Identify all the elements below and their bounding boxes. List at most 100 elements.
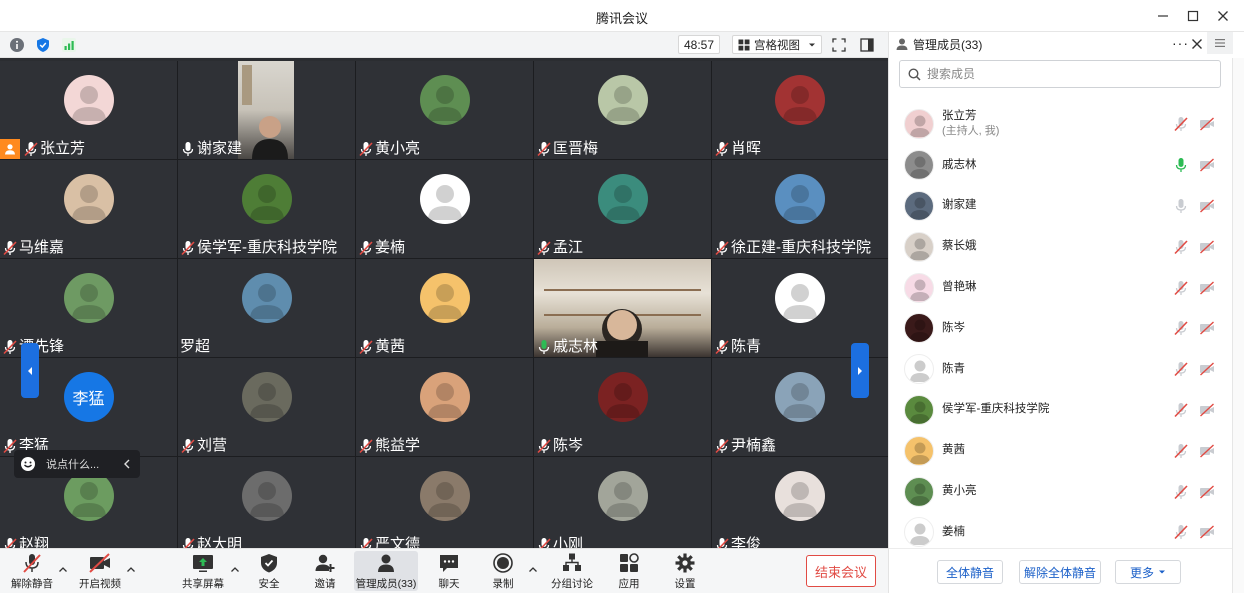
audio-options-chevron-icon[interactable] bbox=[58, 565, 68, 575]
member-row[interactable]: 戚志林 bbox=[889, 145, 1233, 186]
record-options-chevron-icon[interactable] bbox=[528, 565, 538, 575]
member-row[interactable]: 陈青 bbox=[889, 349, 1233, 390]
member-mic-toggle[interactable] bbox=[1173, 198, 1189, 217]
member-avatar bbox=[904, 517, 934, 548]
video-tile[interactable]: 罗超 bbox=[178, 259, 355, 357]
video-tile[interactable]: 匡晋梅 bbox=[534, 61, 711, 159]
search-icon bbox=[908, 67, 921, 81]
member-mic-toggle[interactable] bbox=[1173, 157, 1189, 176]
video-tile[interactable]: 马维嘉 bbox=[0, 160, 177, 258]
member-mic-toggle[interactable] bbox=[1173, 484, 1189, 503]
member-mic-toggle[interactable] bbox=[1173, 443, 1189, 462]
member-mic-toggle[interactable] bbox=[1173, 239, 1189, 258]
member-camera-toggle[interactable] bbox=[1199, 116, 1215, 135]
prev-page-button[interactable] bbox=[21, 343, 39, 398]
video-tile[interactable]: 赵大明 bbox=[178, 457, 355, 548]
member-name: 谢家建 bbox=[942, 199, 977, 212]
manage-members-button[interactable]: 管理成员(33) bbox=[354, 551, 418, 591]
member-search-input[interactable] bbox=[927, 67, 1220, 81]
unmute-button[interactable]: 解除静音 bbox=[10, 552, 54, 591]
start-video-button[interactable]: 开启视频 bbox=[78, 552, 122, 591]
end-meeting-button[interactable]: 结束会议 bbox=[806, 555, 876, 587]
network-status-button[interactable] bbox=[60, 36, 78, 54]
security-button[interactable]: 安全 bbox=[252, 552, 286, 591]
view-mode-select[interactable]: 宫格视图 bbox=[732, 35, 822, 54]
member-mic-toggle[interactable] bbox=[1173, 116, 1189, 135]
member-camera-toggle[interactable] bbox=[1199, 320, 1215, 339]
close-panel-icon[interactable] bbox=[1191, 38, 1203, 50]
video-tile[interactable]: 谢家建 bbox=[178, 61, 355, 159]
video-tile[interactable]: 严文德 bbox=[356, 457, 533, 548]
video-options-chevron-icon[interactable] bbox=[126, 565, 136, 575]
member-row[interactable]: 张立芳 (主持人, 我) bbox=[889, 104, 1233, 145]
member-search-box[interactable] bbox=[899, 60, 1221, 88]
mic-muted-icon bbox=[1174, 280, 1188, 295]
video-tile[interactable]: 小刚 bbox=[534, 457, 711, 548]
member-camera-toggle[interactable] bbox=[1199, 524, 1215, 543]
video-tile[interactable]: 刘营 bbox=[178, 358, 355, 456]
mic-muted-icon bbox=[1174, 239, 1188, 254]
member-mic-toggle[interactable] bbox=[1173, 402, 1189, 421]
video-tile[interactable]: 熊益学 bbox=[356, 358, 533, 456]
next-page-button[interactable] bbox=[851, 343, 869, 398]
member-row[interactable]: 曾艳琳 bbox=[889, 267, 1233, 308]
member-camera-toggle[interactable] bbox=[1199, 361, 1215, 380]
member-row[interactable]: 黄茜 bbox=[889, 430, 1233, 471]
unmute-all-button[interactable]: 解除全体静音 bbox=[1019, 560, 1101, 584]
fullscreen-button[interactable] bbox=[830, 36, 848, 54]
member-camera-toggle[interactable] bbox=[1199, 157, 1215, 176]
member-row[interactable]: 陈岑 bbox=[889, 308, 1233, 349]
video-tile[interactable]: 姜楠 bbox=[356, 160, 533, 258]
security-status-button[interactable] bbox=[34, 36, 52, 54]
video-tile[interactable]: 陈岑 bbox=[534, 358, 711, 456]
member-camera-toggle[interactable] bbox=[1199, 280, 1215, 299]
apps-button[interactable]: 应用 bbox=[612, 552, 646, 591]
video-tile[interactable]: 徐正建-重庆科技学院 bbox=[712, 160, 888, 258]
member-name-block: 侯学军-重庆科技学院 bbox=[942, 402, 1049, 417]
member-camera-toggle[interactable] bbox=[1199, 198, 1215, 217]
toggle-sidebar-button[interactable] bbox=[858, 36, 876, 54]
minimize-button[interactable] bbox=[1150, 4, 1176, 28]
video-tile[interactable]: 戚志林 bbox=[534, 259, 711, 357]
share-screen-button[interactable]: 共享屏幕 bbox=[180, 552, 226, 591]
video-tile[interactable]: 李俊 bbox=[712, 457, 888, 548]
video-tile[interactable]: 孟江 bbox=[534, 160, 711, 258]
panel-menu-button[interactable] bbox=[1207, 32, 1233, 54]
member-name: 陈岑 bbox=[942, 321, 965, 334]
video-tile[interactable]: 侯学军-重庆科技学院 bbox=[178, 160, 355, 258]
invite-button[interactable]: 邀请 bbox=[308, 552, 342, 591]
breakout-rooms-button[interactable]: 分组讨论 bbox=[548, 552, 596, 591]
close-window-button[interactable] bbox=[1210, 4, 1236, 28]
member-row[interactable]: 谢家建 bbox=[889, 186, 1233, 227]
video-tile[interactable]: 黄茜 bbox=[356, 259, 533, 357]
member-mic-toggle[interactable] bbox=[1173, 320, 1189, 339]
avatar-photo-icon bbox=[783, 383, 817, 418]
member-camera-toggle[interactable] bbox=[1199, 402, 1215, 421]
chevron-right-icon bbox=[858, 366, 862, 375]
mic-muted-icon bbox=[537, 142, 551, 157]
mute-all-button[interactable]: 全体静音 bbox=[937, 560, 1003, 584]
more-actions-button[interactable]: 更多 bbox=[1115, 560, 1181, 584]
member-row[interactable]: 蔡长娥 bbox=[889, 226, 1233, 267]
video-tile[interactable]: 黄小亮 bbox=[356, 61, 533, 159]
quick-chat-input[interactable]: 说点什么... bbox=[14, 450, 140, 478]
member-mic-toggle[interactable] bbox=[1173, 524, 1189, 543]
panel-more-options-button[interactable]: ··· bbox=[1172, 35, 1189, 51]
member-mic-toggle[interactable] bbox=[1173, 361, 1189, 380]
maximize-button[interactable] bbox=[1180, 4, 1206, 28]
member-camera-toggle[interactable] bbox=[1199, 443, 1215, 462]
share-options-chevron-icon[interactable] bbox=[230, 565, 240, 575]
collapse-chat-icon[interactable] bbox=[122, 459, 132, 469]
settings-button[interactable]: 设置 bbox=[668, 552, 702, 591]
member-mic-toggle[interactable] bbox=[1173, 280, 1189, 299]
record-button[interactable]: 录制 bbox=[486, 552, 520, 591]
member-row[interactable]: 黄小亮 bbox=[889, 471, 1233, 512]
member-row[interactable]: 姜楠 bbox=[889, 512, 1233, 548]
member-camera-toggle[interactable] bbox=[1199, 484, 1215, 503]
chat-button[interactable]: 聊天 bbox=[432, 552, 466, 591]
video-tile[interactable]: 肖晖 bbox=[712, 61, 888, 159]
meeting-info-button[interactable] bbox=[8, 36, 26, 54]
video-tile[interactable]: 张立芳 bbox=[0, 61, 177, 159]
member-row[interactable]: 侯学军-重庆科技学院 bbox=[889, 390, 1233, 431]
member-camera-toggle[interactable] bbox=[1199, 239, 1215, 258]
